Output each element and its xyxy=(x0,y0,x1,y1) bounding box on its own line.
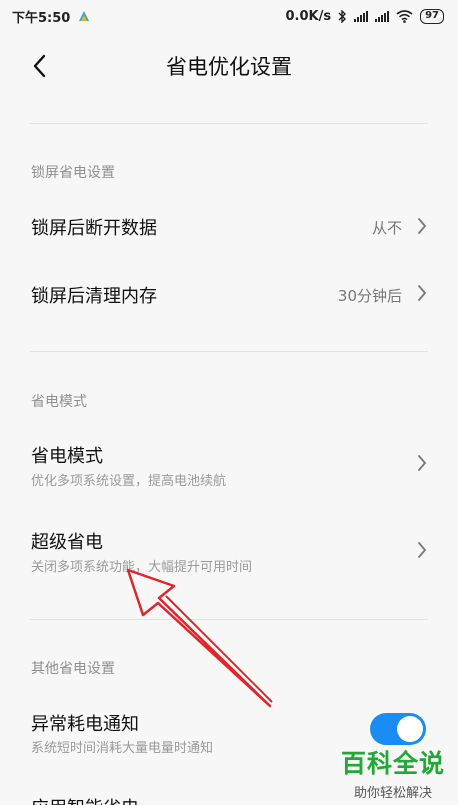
chevron-right-icon xyxy=(418,285,427,301)
signal-icon xyxy=(354,10,369,22)
wifi-icon xyxy=(396,9,413,23)
app-notification-icon xyxy=(79,11,90,21)
row-title: 锁屏后清理内存 xyxy=(31,286,157,307)
row-subtitle: 系统短时间消耗大量电量时通知 xyxy=(31,741,214,756)
signal-icon-2 xyxy=(375,10,390,22)
status-time: 下午5:50 xyxy=(12,10,71,26)
page-header: 省电优化设置 xyxy=(0,38,458,94)
setting-row-disconnect-data[interactable]: 锁屏后断开数据 从不 xyxy=(0,196,458,260)
toggle-knob xyxy=(397,716,423,742)
watermark-logo: 百科全说 助你轻松解决 xyxy=(333,744,453,801)
row-title: 超级省电 xyxy=(31,532,103,553)
bluetooth-icon xyxy=(338,9,347,23)
row-subtitle: 优化多项系统设置，提高电池续航 xyxy=(31,474,227,489)
back-arrow-icon[interactable] xyxy=(28,52,54,80)
watermark-main: 百科全说 xyxy=(340,749,445,778)
section-label-other: 其他省电设置 xyxy=(31,661,115,677)
status-bar: 下午5:50 0.0K/s 97 xyxy=(0,0,458,32)
setting-row-clear-memory[interactable]: 锁屏后清理内存 30分钟后 xyxy=(0,262,458,326)
page-title: 省电优化设置 xyxy=(166,55,292,79)
setting-row-power-saving-mode[interactable]: 省电模式 优化多项系统设置，提高电池续航 xyxy=(0,428,458,498)
section-label-power-mode: 省电模式 xyxy=(31,394,87,410)
row-value: 从不 xyxy=(371,219,402,237)
chevron-right-icon xyxy=(418,542,427,558)
chevron-right-icon xyxy=(418,455,427,471)
network-speed: 0.0K/s xyxy=(285,8,332,24)
chevron-right-icon xyxy=(418,218,427,234)
row-title: 应用智能省电 xyxy=(31,794,139,805)
divider xyxy=(30,619,428,620)
section-label-lockscreen: 锁屏省电设置 xyxy=(31,165,115,181)
row-title: 锁屏后断开数据 xyxy=(31,218,157,239)
battery-icon: 97 xyxy=(420,8,444,24)
setting-row-ultra-power-saving[interactable]: 超级省电 关闭多项系统功能，大幅提升可用时间 xyxy=(0,514,458,584)
abnormal-drain-toggle[interactable] xyxy=(370,713,426,745)
battery-level: 97 xyxy=(425,10,439,21)
row-title: 异常耗电通知 xyxy=(31,714,139,735)
row-subtitle: 关闭多项系统功能，大幅提升可用时间 xyxy=(31,560,253,575)
watermark-sub: 助你轻松解决 xyxy=(353,786,432,801)
divider xyxy=(30,123,428,124)
row-title: 省电模式 xyxy=(31,446,103,467)
row-value: 30分钟后 xyxy=(337,287,402,305)
divider xyxy=(30,351,428,352)
